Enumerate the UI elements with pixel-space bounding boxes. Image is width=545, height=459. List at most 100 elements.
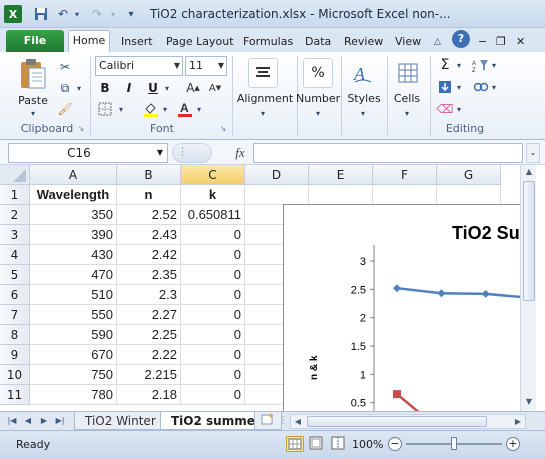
styles-button[interactable]: Styles <box>344 92 384 105</box>
tab-insert[interactable]: Insert <box>121 32 153 52</box>
percent-icon[interactable]: % <box>303 58 333 88</box>
column-header-e[interactable]: E <box>309 165 373 185</box>
cell-c[interactable]: 0.650811 <box>181 205 245 225</box>
cell-b[interactable]: 2.42 <box>117 245 181 265</box>
cell-a[interactable]: 550 <box>30 305 117 325</box>
cell-c[interactable]: 0 <box>181 285 245 305</box>
sort-filter-dropdown-icon[interactable]: ▾ <box>490 56 498 74</box>
cell-a[interactable]: 430 <box>30 245 117 265</box>
h-scroll-thumb[interactable] <box>307 416 487 427</box>
cell-b[interactable]: 2.43 <box>117 225 181 245</box>
cell-a[interactable]: 780 <box>30 385 117 405</box>
tab-home[interactable]: Home <box>68 30 110 52</box>
styles-dropdown-icon[interactable]: ▾ <box>358 108 368 118</box>
alignment-icon[interactable] <box>248 58 278 88</box>
font-launcher-icon[interactable]: ↘ <box>218 122 228 134</box>
row-header[interactable]: 10 <box>0 365 30 385</box>
scroll-thumb[interactable] <box>523 181 535 301</box>
insert-function-button[interactable]: fx <box>230 143 250 163</box>
zoom-in-icon[interactable]: + <box>506 437 520 451</box>
underline-button[interactable]: U <box>144 79 162 97</box>
tab-data[interactable]: Data <box>305 32 331 52</box>
cell-b[interactable]: 2.18 <box>117 385 181 405</box>
paste-dropdown-icon[interactable]: ▾ <box>26 108 40 118</box>
column-header-a[interactable]: A <box>30 165 117 185</box>
cells-dropdown-icon[interactable]: ▾ <box>402 108 412 118</box>
page-layout-view-icon[interactable] <box>308 436 326 452</box>
fill-down-dropdown-icon[interactable]: ▾ <box>454 78 464 96</box>
row-header[interactable]: 5 <box>0 265 30 285</box>
cell-b[interactable]: 2.25 <box>117 325 181 345</box>
data-point-series-1[interactable] <box>393 390 401 399</box>
font-name-combo[interactable]: Calibri ▼ <box>95 56 183 76</box>
font-color-icon[interactable]: A <box>176 100 194 118</box>
undo-dropdown-icon[interactable]: ▾ <box>68 5 86 23</box>
cell-a[interactable]: 750 <box>30 365 117 385</box>
format-painter-icon[interactable]: 🖌 <box>56 100 74 118</box>
fill-color-icon[interactable] <box>142 100 160 118</box>
zoom-level[interactable]: 100% <box>352 438 383 451</box>
cell-c[interactable]: 0 <box>181 305 245 325</box>
number-dropdown-icon[interactable]: ▾ <box>313 108 323 118</box>
cells-button[interactable]: Cells <box>388 92 426 105</box>
next-sheet-icon[interactable]: ▶ <box>38 415 50 427</box>
chart[interactable]: TiO2 Su n & k 3 2.5 2 1.5 1 0.5 <box>283 204 528 414</box>
font-size-combo[interactable]: 11 ▼ <box>185 56 227 76</box>
scroll-right-icon[interactable]: ▶ <box>511 415 525 428</box>
scroll-up-icon[interactable]: ▲ <box>522 165 536 179</box>
expand-formula-bar-icon[interactable]: ⌄ <box>526 143 540 163</box>
font-color-dropdown-icon[interactable]: ▾ <box>194 100 204 118</box>
cell-b[interactable]: 2.52 <box>117 205 181 225</box>
row-header[interactable]: 6 <box>0 285 30 305</box>
tab-view[interactable]: View <box>395 32 421 52</box>
tab-formulas[interactable]: Formulas <box>243 32 293 52</box>
cell-b[interactable]: 2.22 <box>117 345 181 365</box>
first-sheet-icon[interactable]: |◀ <box>6 415 18 427</box>
copy-dropdown-icon[interactable]: ▾ <box>74 79 84 97</box>
cell-c[interactable]: 0 <box>181 225 245 245</box>
column-header-g[interactable]: G <box>437 165 501 185</box>
sheet-tab-tio2-winter[interactable]: TiO2 Winter <box>74 412 167 430</box>
tab-review[interactable]: Review <box>344 32 383 52</box>
sort-filter-icon[interactable]: AZ <box>470 56 492 74</box>
scroll-left-icon[interactable]: ◀ <box>291 415 305 428</box>
cell-a[interactable]: 350 <box>30 205 117 225</box>
formula-input[interactable] <box>253 143 523 163</box>
minimize-ribbon-icon[interactable]: △ <box>434 32 441 52</box>
cell-a[interactable]: 390 <box>30 225 117 245</box>
select-all-corner[interactable] <box>0 165 30 185</box>
column-header-f[interactable]: F <box>373 165 437 185</box>
data-point-series-0[interactable] <box>481 289 490 298</box>
cell-b[interactable]: 2.215 <box>117 365 181 385</box>
row-header[interactable]: 8 <box>0 325 30 345</box>
formula-resize-handle[interactable]: ⋮ <box>177 145 188 158</box>
clipboard-launcher-icon[interactable]: ↘ <box>76 122 86 134</box>
cell-a[interactable]: Wavelength <box>30 185 117 205</box>
decrease-font-icon[interactable]: A ▼ <box>206 79 224 97</box>
column-header-d[interactable]: D <box>245 165 309 185</box>
borders-dropdown-icon[interactable]: ▾ <box>116 100 126 118</box>
cell-c[interactable]: 0 <box>181 325 245 345</box>
underline-dropdown-icon[interactable]: ▾ <box>162 79 172 97</box>
column-header-b[interactable]: B <box>117 165 181 185</box>
vertical-scrollbar[interactable]: ▲ ▼ <box>520 165 536 411</box>
scroll-down-icon[interactable]: ▼ <box>522 395 536 409</box>
row-header[interactable]: 3 <box>0 225 30 245</box>
fill-color-dropdown-icon[interactable]: ▾ <box>160 100 170 118</box>
find-select-icon[interactable] <box>470 78 492 96</box>
excel-app-icon[interactable]: X <box>4 5 22 23</box>
borders-icon[interactable] <box>96 100 114 118</box>
fill-down-icon[interactable] <box>436 78 454 96</box>
autosum-dropdown-icon[interactable]: ▾ <box>454 56 464 74</box>
prev-sheet-icon[interactable]: ◀ <box>22 415 34 427</box>
cell-a[interactable]: 670 <box>30 345 117 365</box>
column-header-c[interactable]: C <box>181 165 245 185</box>
paste-icon[interactable] <box>16 56 50 92</box>
series-line-0[interactable] <box>396 286 528 307</box>
cell-b[interactable]: 2.3 <box>117 285 181 305</box>
row-header[interactable]: 4 <box>0 245 30 265</box>
close-window-icon[interactable]: ✕ <box>516 32 525 52</box>
cell-g[interactable] <box>437 185 501 205</box>
redo-dropdown-icon[interactable]: ▾ <box>104 5 122 23</box>
row-header[interactable]: 1 <box>0 185 30 205</box>
